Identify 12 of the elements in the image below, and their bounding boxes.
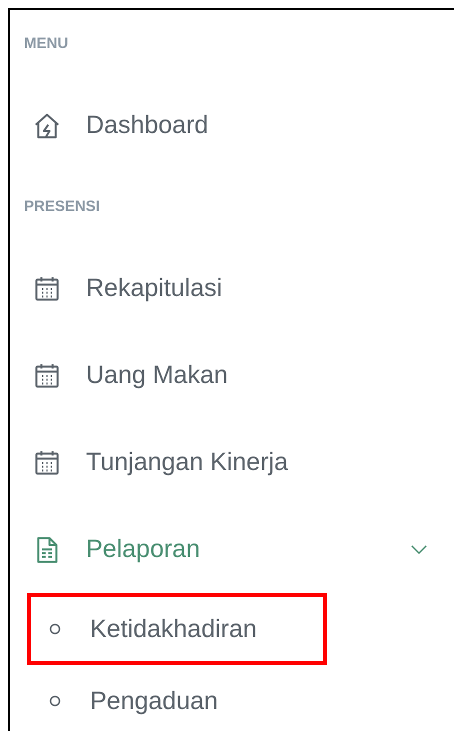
submenu-item[interactable]: Ketidakhadiran (27, 593, 327, 665)
sidebar-item[interactable]: Uang Makan (10, 332, 454, 419)
circle-icon (49, 695, 61, 707)
chevron-down-icon (410, 544, 428, 555)
submenu-item[interactable]: Pengaduan (27, 665, 327, 731)
sidebar-item[interactable]: Dashboard (10, 82, 454, 169)
circle-icon (49, 623, 61, 635)
sidebar-item[interactable]: Pelaporan (10, 506, 454, 593)
sidebar-item[interactable]: Rekapitulasi (10, 245, 454, 332)
section-heading: PRESENSI (23, 197, 101, 217)
sidebar-item[interactable]: Tunjangan Kinerja (10, 419, 454, 506)
section-heading: MENU (23, 34, 70, 54)
